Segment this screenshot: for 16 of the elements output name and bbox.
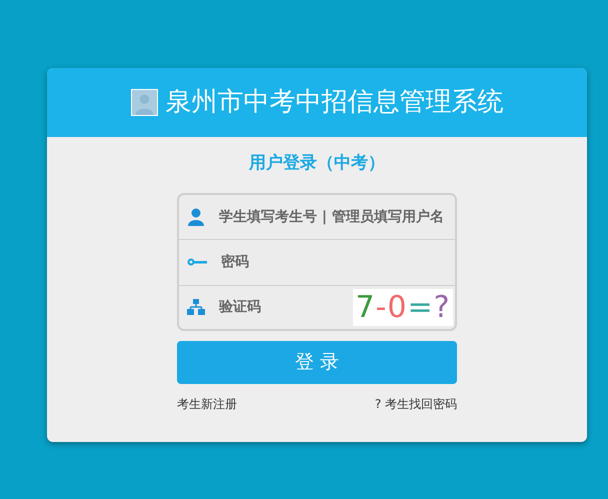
username-input[interactable]: 学生填写考生号 | 管理员填写用户名 <box>205 196 455 236</box>
key-icon <box>187 257 207 267</box>
forgot-password-link[interactable]: ? 考生找回密码 <box>374 394 457 412</box>
captcha-image[interactable]: 7-0=? <box>353 288 453 326</box>
window-title: 泉州市中考中招信息管理系统 <box>166 86 504 119</box>
captcha-field[interactable]: 验证码 7-0=? <box>177 284 457 330</box>
avatar-icon <box>130 89 158 116</box>
register-link[interactable]: 考生新注册 <box>177 394 237 412</box>
captcha-input[interactable]: 验证码 <box>205 287 353 327</box>
network-icon <box>187 299 205 315</box>
password-input[interactable]: 密码 <box>207 242 455 282</box>
password-field[interactable]: 密码 <box>177 238 457 284</box>
login-button[interactable]: 登 录 <box>177 340 457 384</box>
login-subtitle: 用户登录（中考） <box>249 152 385 175</box>
username-field[interactable]: 学生填写考生号 | 管理员填写用户名 <box>177 192 457 238</box>
user-icon <box>187 208 205 226</box>
